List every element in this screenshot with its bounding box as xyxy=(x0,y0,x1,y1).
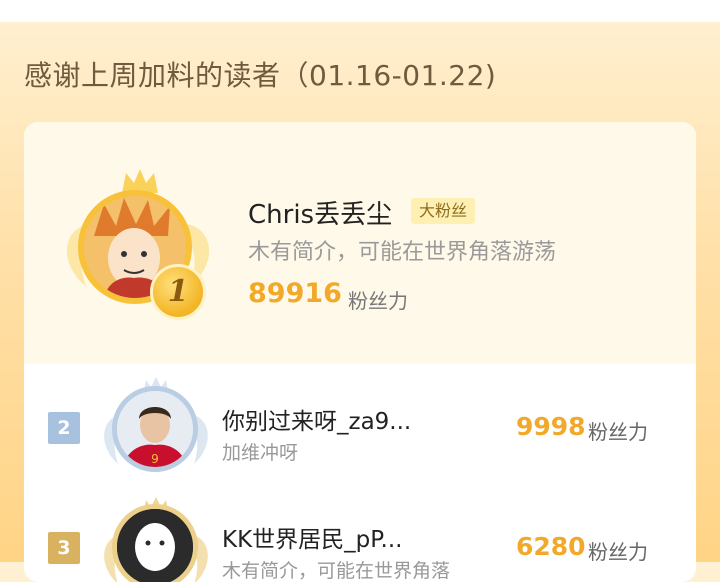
fan-bio: 加维冲呀 xyxy=(222,442,299,464)
fan-score-unit: 粉丝力 xyxy=(588,420,648,444)
fans-ranking-card: 1 Chris丢丢尘 大粉丝 木有简介，可能在世界角落游荡 89916 粉丝力 … xyxy=(24,122,696,582)
top-divider xyxy=(0,0,720,22)
list-item[interactable]: 2 9 你别过来呀_za9... 加维冲呀 9998 粉丝力 xyxy=(24,364,696,484)
rank-badge: 2 xyxy=(48,412,80,444)
fan-bio: 木有简介，可能在世界角落 xyxy=(222,560,451,582)
svg-text:9: 9 xyxy=(151,452,159,466)
rank-badge: 1 xyxy=(150,264,206,320)
fan-level-tag: 大粉丝 xyxy=(411,198,476,224)
fan-bio: 木有简介，可能在世界角落游荡 xyxy=(248,240,557,265)
rank-badge: 3 xyxy=(48,532,80,564)
avatar[interactable]: 9 xyxy=(112,386,198,472)
fan-score: 9998 xyxy=(516,412,586,441)
fan-name[interactable]: 你别过来呀_za9... xyxy=(222,402,411,436)
ghost-avatar-icon xyxy=(117,509,193,582)
section-title: 感谢上周加料的读者（01.16-01.22) xyxy=(24,59,497,92)
fan-score-unit: 粉丝力 xyxy=(348,289,408,313)
fan-score: 89916 xyxy=(248,278,342,309)
fan-score: 6280 xyxy=(516,532,586,561)
fan-name[interactable]: Chris丢丢尘 xyxy=(248,194,392,231)
list-item[interactable]: 3 KK世界居民_pP... 木有简介，可能在世界角落 6280 粉丝力 xyxy=(24,490,696,582)
top-fan-section[interactable]: 1 Chris丢丢尘 大粉丝 木有简介，可能在世界角落游荡 89916 粉丝力 xyxy=(24,122,696,364)
avatar[interactable] xyxy=(112,504,198,582)
fan-score-unit: 粉丝力 xyxy=(588,540,648,564)
fan-name[interactable]: KK世界居民_pP... xyxy=(222,520,403,554)
